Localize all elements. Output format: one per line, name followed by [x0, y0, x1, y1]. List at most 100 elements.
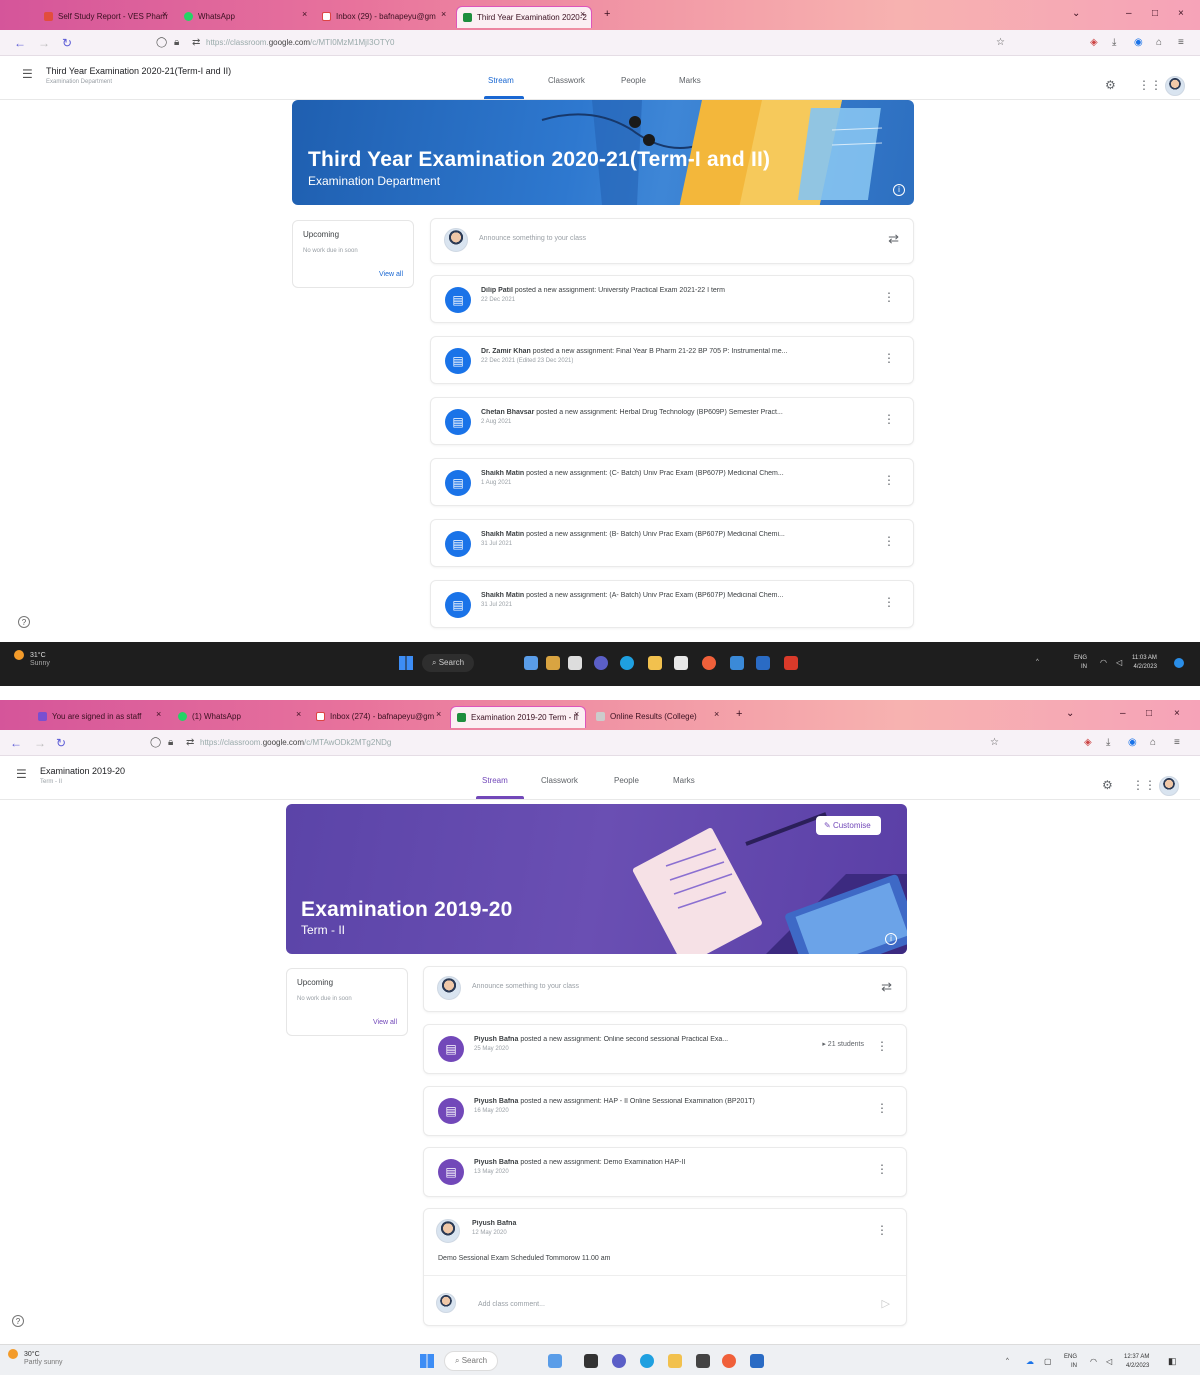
forward-icon[interactable]: →: [34, 736, 46, 750]
taskbar-search[interactable]: ⌕ Search: [422, 654, 475, 672]
minimize-icon[interactable]: –: [1126, 8, 1132, 19]
browser-tab[interactable]: Self Study Report - VES Pharm: [38, 6, 168, 28]
weather-widget[interactable]: 31°C Sunny: [14, 650, 50, 667]
kebab-icon[interactable]: ⋮: [876, 1223, 888, 1237]
kebab-icon[interactable]: ⋮: [883, 595, 895, 609]
firefox-icon[interactable]: [722, 1354, 736, 1368]
stream-post[interactable]: ▤ Piyush Bafna posted a new assignment: …: [423, 1024, 907, 1074]
announce-box[interactable]: Announce something to your class ⇄: [423, 966, 907, 1012]
view-all-link[interactable]: View all: [379, 271, 403, 278]
tray-chevron-icon[interactable]: ^: [1036, 658, 1039, 667]
outlook-icon[interactable]: [750, 1354, 764, 1368]
stream-post[interactable]: ▤ Dilip Patil posted a new assignment: U…: [430, 275, 914, 323]
minimize-icon[interactable]: –: [1120, 708, 1126, 719]
notification-icon[interactable]: ◧: [1168, 1357, 1177, 1366]
reload-icon[interactable]: ↻: [56, 736, 66, 750]
close-tab-icon[interactable]: ×: [156, 709, 161, 719]
kebab-icon[interactable]: ⋮: [883, 473, 895, 487]
add-comment-input[interactable]: Add class comment...: [478, 1301, 545, 1308]
edge-icon[interactable]: [640, 1354, 654, 1368]
new-tab-icon[interactable]: +: [736, 708, 742, 720]
account-icon[interactable]: ◉: [1128, 737, 1137, 748]
extensions-icon[interactable]: ⌂: [1150, 737, 1156, 748]
back-icon[interactable]: ←: [10, 736, 22, 750]
clock[interactable]: 12:37 AM 4/2/2023: [1124, 1353, 1149, 1371]
settings-icon[interactable]: ⚙: [1105, 78, 1116, 92]
announce-box[interactable]: Announce something to your class ⇄: [430, 218, 914, 264]
store-icon[interactable]: [696, 1354, 710, 1368]
star-icon[interactable]: ☆: [990, 737, 999, 748]
permissions-icon[interactable]: ⇄: [186, 737, 194, 748]
stream-post[interactable]: ▤ Shaikh Matin posted a new assignment: …: [430, 580, 914, 628]
close-tab-icon[interactable]: ×: [441, 9, 446, 19]
settings-icon[interactable]: ⚙: [1102, 778, 1113, 792]
avatar[interactable]: [1165, 76, 1185, 96]
browser-tab-active[interactable]: Examination 2019-20 Term - II: [450, 706, 586, 728]
outlook-icon[interactable]: [756, 656, 770, 670]
send-icon[interactable]: ▷: [882, 1297, 890, 1310]
kebab-icon[interactable]: ⋮: [883, 290, 895, 304]
browser-tab[interactable]: WhatsApp: [178, 6, 308, 28]
stream-post[interactable]: ▤ Shaikh Matin posted a new assignment: …: [430, 458, 914, 506]
teams-icon[interactable]: [594, 656, 608, 670]
kebab-icon[interactable]: ⋮: [876, 1162, 888, 1176]
chevron-down-icon[interactable]: ⌄: [1072, 8, 1080, 19]
taskbar-app-icon[interactable]: [546, 656, 560, 670]
kebab-icon[interactable]: ⋮: [876, 1039, 888, 1053]
extensions-icon[interactable]: ⌂: [1156, 37, 1162, 48]
maximize-icon[interactable]: □: [1152, 8, 1158, 19]
repost-icon[interactable]: ⇄: [888, 231, 899, 247]
close-tab-icon[interactable]: ×: [580, 9, 585, 19]
download-icon[interactable]: ⤓: [1106, 737, 1110, 748]
pdf-reader-icon[interactable]: [784, 656, 798, 670]
wifi-icon[interactable]: ◠: [1100, 658, 1107, 667]
stream-post[interactable]: ▤ Piyush Bafna posted a new assignment: …: [423, 1086, 907, 1136]
tab-classwork[interactable]: Classwork: [548, 76, 585, 85]
stream-post[interactable]: ▤ Dr. Zamir Khan posted a new assignment…: [430, 336, 914, 384]
language-indicator[interactable]: ENG IN: [1064, 1353, 1077, 1371]
browser-tab[interactable]: Online Results (College): [590, 706, 714, 728]
browser-tab[interactable]: You are signed in as staff: [32, 706, 162, 728]
menu-icon[interactable]: ☰: [22, 67, 33, 81]
shield-icon[interactable]: ◯: [150, 737, 161, 748]
browser-tab[interactable]: Inbox (29) - bafnapeyu@gm: [316, 6, 448, 28]
avatar[interactable]: [1159, 776, 1179, 796]
wifi-icon[interactable]: ◠: [1090, 1357, 1097, 1366]
kebab-icon[interactable]: ⋮: [883, 534, 895, 548]
file-explorer-icon[interactable]: [648, 656, 662, 670]
taskbar-app-icon[interactable]: [568, 656, 582, 670]
browser-tab-active[interactable]: Third Year Examination 2020-2: [456, 6, 592, 28]
browser-tab[interactable]: Inbox (274) - bafnapeyu@gm: [310, 706, 440, 728]
close-window-icon[interactable]: ×: [1174, 708, 1180, 719]
edge-icon[interactable]: [620, 656, 634, 670]
info-icon[interactable]: i: [885, 933, 897, 945]
kebab-icon[interactable]: ⋮: [876, 1101, 888, 1115]
onedrive-icon[interactable]: ☁: [1026, 1357, 1034, 1366]
shield-icon[interactable]: ◯: [156, 37, 167, 48]
url-input[interactable]: https://classroom.google.com/c/MTI0MzM1M…: [206, 38, 395, 47]
back-icon[interactable]: ←: [14, 36, 26, 50]
stream-post[interactable]: ▤ Chetan Bhavsar posted a new assignment…: [430, 397, 914, 445]
browser-tab[interactable]: (1) WhatsApp: [172, 706, 302, 728]
taskbar-app-icon[interactable]: [584, 1354, 598, 1368]
taskbar-search[interactable]: ⌕ Search: [444, 1351, 499, 1371]
volume-icon[interactable]: ◁: [1106, 1357, 1112, 1366]
tab-people[interactable]: People: [621, 76, 646, 85]
clock[interactable]: 11:03 AM 4/2/2023: [1132, 654, 1157, 672]
close-tab-icon[interactable]: ×: [296, 709, 301, 719]
lock-icon[interactable]: 🔒︎: [174, 37, 179, 48]
class-title[interactable]: Examination 2019-20: [40, 766, 125, 776]
firefox-icon[interactable]: [702, 656, 716, 670]
menu-icon[interactable]: ☰: [16, 767, 27, 781]
pocket-icon[interactable]: ◈: [1090, 37, 1098, 48]
repost-icon[interactable]: ⇄: [881, 979, 892, 995]
notification-icon[interactable]: [1174, 658, 1184, 668]
chat-icon[interactable]: ▢: [1044, 1357, 1052, 1366]
close-window-icon[interactable]: ×: [1178, 8, 1184, 19]
help-icon[interactable]: ?: [12, 1315, 24, 1327]
tab-classwork[interactable]: Classwork: [541, 776, 578, 785]
view-all-link[interactable]: View all: [373, 1019, 397, 1026]
lock-icon[interactable]: 🔒︎: [168, 737, 173, 748]
tab-marks[interactable]: Marks: [679, 76, 701, 85]
mail-icon[interactable]: [730, 656, 744, 670]
